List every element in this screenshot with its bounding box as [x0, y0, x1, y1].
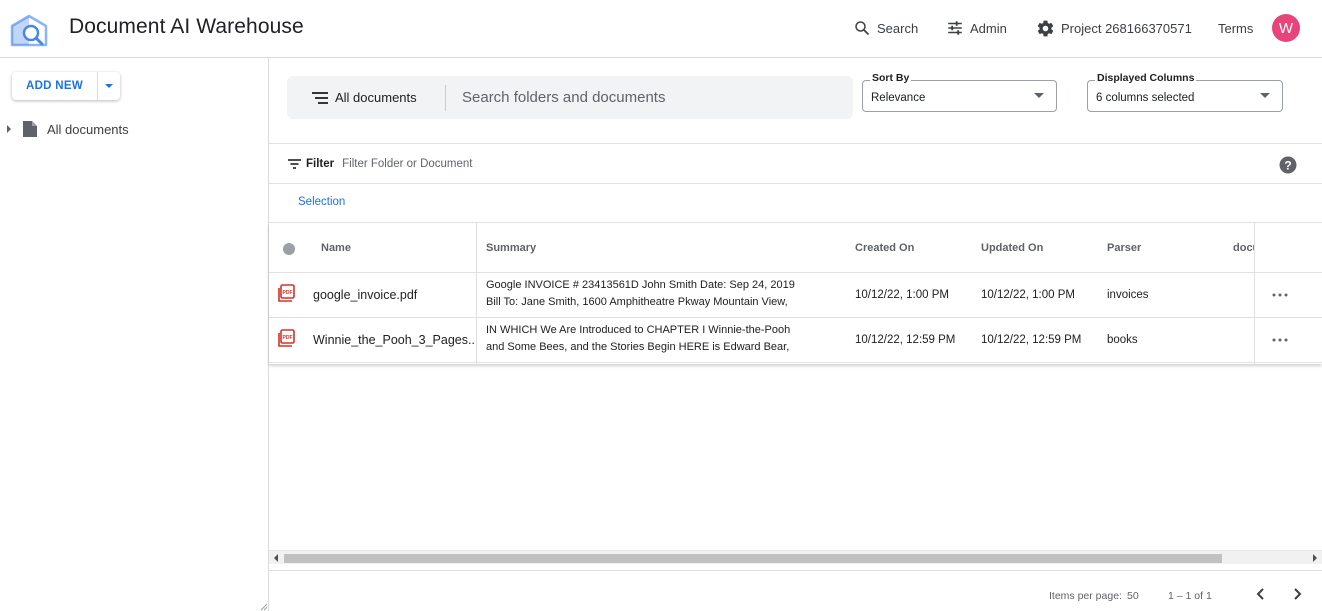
next-page-icon[interactable] [1290, 587, 1304, 601]
scroll-right-arrow-icon[interactable] [1312, 554, 1318, 562]
row-created-on: 10/12/22, 12:59 PM [855, 334, 956, 346]
documents-table: Name Summary Created On Updated On Parse… [269, 222, 1322, 364]
tree-item-all-documents[interactable]: All documents [4, 120, 129, 138]
displayed-columns-value: 6 columns selected [1096, 92, 1195, 104]
pdf-file-icon: PDF [278, 329, 295, 347]
caret-down-icon [105, 84, 113, 88]
sort-lines-icon [312, 91, 328, 104]
app-header: Document AI Warehouse Search Admin Proje… [0, 0, 1322, 58]
column-header-parser[interactable]: Parser [1107, 242, 1141, 254]
avatar[interactable]: W [1272, 14, 1300, 42]
row-updated-on: 10/12/22, 12:59 PM [981, 334, 1082, 346]
column-header-updated-on[interactable]: Updated On [981, 242, 1043, 254]
main-content: All documents Sort By Relevance Displaye… [269, 58, 1322, 611]
summary-line: Google INVOICE # 23413561D John Smith Da… [486, 279, 795, 291]
filter-row: Filter ? [269, 143, 1322, 184]
warehouse-logo-icon[interactable] [9, 13, 49, 47]
search-input[interactable] [446, 77, 826, 118]
pdf-file-icon: PDF [278, 284, 295, 302]
svg-text:PDF: PDF [283, 290, 293, 296]
search-icon [855, 21, 869, 35]
header-project-label: Project 268166370571 [1061, 20, 1192, 36]
summary-line: Bill To: Jane Smith, 1600 Amphitheatre P… [486, 296, 788, 308]
sidebar: ADD NEW All documents [0, 58, 269, 611]
displayed-columns-label: Displayed Columns [1095, 72, 1197, 84]
more-horiz-icon[interactable] [1272, 338, 1288, 342]
column-header-name[interactable]: Name [321, 242, 351, 254]
items-per-page-label: Items per page: [1049, 590, 1122, 602]
app-title: Document AI Warehouse [69, 15, 304, 38]
row-summary: IN WHICH We Are Introduced to CHAPTER I … [486, 322, 790, 356]
document-icon [23, 121, 37, 137]
header-terms-label: Terms [1218, 20, 1254, 36]
summary-line: and Some Bees, and the Stories Begin HER… [486, 341, 790, 353]
sort-by-label: Sort By [870, 72, 912, 84]
dropdown-arrow-icon [1034, 93, 1044, 98]
header-admin-button[interactable]: Admin [946, 18, 1007, 38]
selection-link[interactable]: Selection [298, 196, 345, 208]
header-admin-label: Admin [970, 20, 1007, 36]
tune-icon [948, 21, 962, 35]
dropdown-arrow-icon [1260, 93, 1270, 98]
add-new-split-button: ADD NEW [12, 72, 120, 100]
expand-arrow-icon[interactable] [4, 124, 14, 134]
add-new-button[interactable]: ADD NEW [12, 72, 98, 100]
column-header-summary[interactable]: Summary [486, 242, 536, 254]
row-parser: invoices [1107, 289, 1149, 301]
sort-by-value: Relevance [871, 92, 926, 104]
header-search-label: Search [877, 20, 919, 36]
svg-text:PDF: PDF [283, 335, 293, 341]
summary-line: IN WHICH We Are Introduced to CHAPTER I … [486, 324, 791, 336]
row-name[interactable]: Winnie_the_Pooh_3_Pages.... [313, 333, 475, 347]
scroll-left-arrow-icon[interactable] [273, 554, 279, 562]
table-row[interactable]: PDF google_invoice.pdf Google INVOICE # … [269, 273, 1322, 318]
row-updated-on: 10/12/22, 1:00 PM [981, 289, 1075, 301]
row-name[interactable]: google_invoice.pdf [313, 288, 417, 302]
tree-item-label: All documents [47, 121, 129, 137]
sort-by-select[interactable]: Sort By Relevance [862, 72, 1057, 112]
horizontal-scrollbar[interactable] [269, 550, 1322, 564]
column-header-created-on[interactable]: Created On [855, 242, 914, 254]
filter-input[interactable] [342, 157, 643, 170]
gear-icon [1037, 20, 1054, 36]
table-header: Name Summary Created On Updated On Parse… [269, 222, 1322, 273]
filter-icon [288, 158, 301, 169]
row-parser: books [1107, 334, 1138, 346]
displayed-columns-select[interactable]: Displayed Columns 6 columns selected [1087, 72, 1283, 112]
status-dot-icon [283, 243, 295, 255]
resize-grip-icon[interactable] [260, 603, 268, 611]
paginator: Items per page: 50 1 – 1 of 1 [269, 570, 1322, 611]
svg-text:?: ? [1284, 159, 1291, 173]
page-range-label: 1 – 1 of 1 [1168, 590, 1212, 602]
header-project-button[interactable]: Project 268166370571 [1036, 18, 1192, 38]
search-scope-button[interactable]: All documents [287, 84, 446, 111]
table-row[interactable]: PDF Winnie_the_Pooh_3_Pages.... IN WHICH… [269, 318, 1322, 363]
previous-page-icon[interactable] [1254, 587, 1268, 601]
filter-label: Filter [306, 157, 335, 170]
scrollbar-thumb[interactable] [284, 554, 1222, 563]
add-new-dropdown-button[interactable] [98, 72, 120, 100]
search-bar: All documents [287, 76, 853, 119]
row-summary: Google INVOICE # 23413561D John Smith Da… [486, 277, 795, 311]
filter-button[interactable]: Filter [288, 158, 334, 170]
header-terms-link[interactable]: Terms [1218, 18, 1253, 38]
help-icon[interactable]: ? [1279, 156, 1297, 174]
header-search-button[interactable]: Search [853, 18, 918, 38]
search-scope-label: All documents [335, 90, 417, 105]
column-header-document[interactable]: docu [1233, 242, 1255, 254]
row-created-on: 10/12/22, 1:00 PM [855, 289, 949, 301]
more-horiz-icon[interactable] [1272, 293, 1288, 297]
items-per-page-value[interactable]: 50 [1127, 590, 1139, 602]
